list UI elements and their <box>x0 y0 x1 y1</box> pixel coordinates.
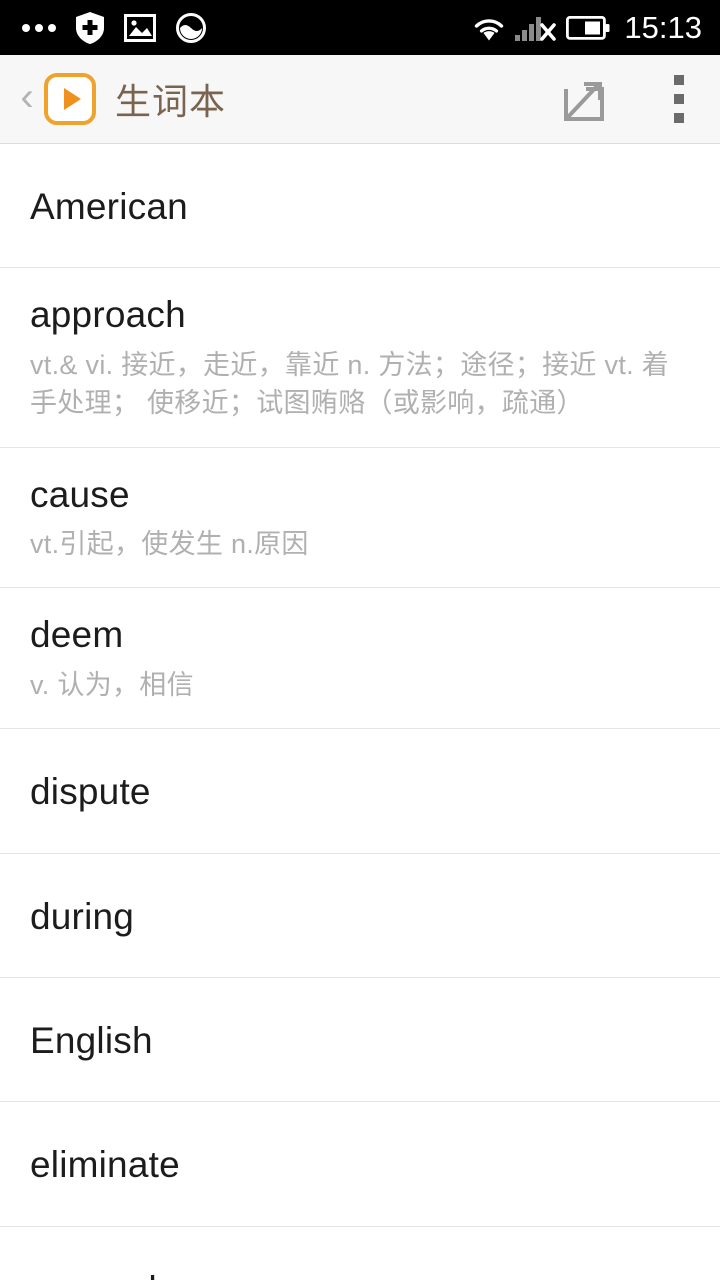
wifi-icon <box>472 15 506 41</box>
word-term: English <box>30 1019 153 1061</box>
word-row[interactable]: everywhere <box>0 1226 720 1280</box>
word-definition: v. 认为，相信 <box>30 669 194 700</box>
overflow-menu-icon[interactable] <box>664 69 694 129</box>
header-actions <box>560 69 694 129</box>
word-term: American <box>30 186 188 227</box>
status-bar-left-icons <box>22 11 206 44</box>
shield-plus-icon <box>76 11 104 44</box>
word-row[interactable]: approach vt.& vi. 接近，走近，靠近 n. 方法；途径；接近 vt… <box>0 268 720 448</box>
photo-icon <box>124 13 156 42</box>
page-title: 生词本 <box>115 81 227 122</box>
signal-no-sim-icon <box>515 15 557 41</box>
word-term: everywhere <box>30 1269 692 1280</box>
word-term: eliminate <box>30 1144 180 1186</box>
word-row[interactable]: during <box>0 853 720 978</box>
play-triangle-icon <box>64 88 81 110</box>
back-button[interactable]: ‹ <box>10 77 44 121</box>
word-row[interactable]: eliminate <box>0 1102 720 1227</box>
share-icon[interactable] <box>560 75 608 123</box>
word-definition: vt.& vi. 接近，走近，靠近 n. 方法；途径；接近 vt. 着手处理； … <box>30 349 670 419</box>
word-row[interactable]: dispute <box>0 729 720 854</box>
word-row[interactable]: deem v. 认为，相信 <box>0 588 720 730</box>
word-definition: vt.引起，使发生 n.原因 <box>30 528 309 559</box>
overflow-dot <box>674 94 684 104</box>
overflow-dot <box>674 113 684 123</box>
battery-icon <box>566 15 610 40</box>
word-list[interactable]: American approach vt.& vi. 接近，走近，靠近 n. 方法；… <box>0 144 720 1280</box>
word-row[interactable]: English <box>0 977 720 1103</box>
overflow-dot <box>674 75 684 85</box>
word-term: deem <box>30 614 124 656</box>
word-term: cause <box>30 473 130 515</box>
circle-half-icon <box>176 12 206 43</box>
word-term: approach <box>30 294 186 336</box>
word-term: during <box>30 895 135 937</box>
word-row[interactable]: American <box>0 144 720 269</box>
app-header: ‹ 生词本 <box>0 55 720 144</box>
word-row[interactable]: cause vt.引起，使发生 n.原因 <box>0 447 720 589</box>
more-dots-icon <box>22 23 56 33</box>
status-bar-clock: 15:13 <box>624 9 702 45</box>
status-bar-right-icons: 15:13 <box>472 10 702 46</box>
app-logo-icon[interactable] <box>44 73 96 125</box>
status-bar: 15:13 <box>0 0 720 55</box>
word-term: dispute <box>30 771 151 813</box>
